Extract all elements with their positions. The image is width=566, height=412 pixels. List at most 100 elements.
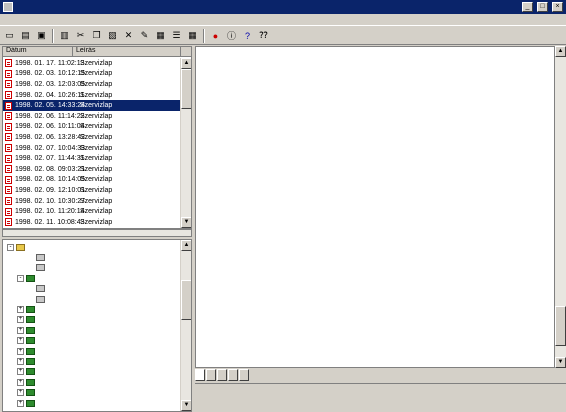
scroll-down-icon[interactable]: ▼: [181, 217, 191, 228]
document-icon: [5, 144, 12, 153]
info-icon[interactable]: ⓘ: [224, 28, 239, 43]
delete-icon[interactable]: ✕: [121, 28, 136, 43]
list-item[interactable]: 1998. 02. 06. 13:28:42 Szervizlap: [3, 132, 181, 143]
green-node-icon: [26, 274, 35, 282]
scroll-thumb[interactable]: [181, 280, 191, 320]
list-item-description: Szervizlap: [80, 123, 113, 131]
tree-node[interactable]: [3, 263, 181, 273]
tree-node[interactable]: +: [3, 346, 181, 356]
expand-icon[interactable]: +: [17, 306, 24, 314]
copy-icon[interactable]: ❐: [89, 28, 104, 43]
expand-icon[interactable]: +: [17, 389, 24, 397]
tree-node[interactable]: +: [3, 367, 181, 377]
save-icon[interactable]: ▣: [34, 28, 49, 43]
green-node-icon: [26, 357, 35, 365]
list-item[interactable]: 1998. 02. 08. 09:03:21 Szervizlap: [3, 164, 181, 175]
expand-icon[interactable]: +: [17, 357, 24, 365]
document-icon: [5, 175, 12, 184]
tree-scrollbar[interactable]: ▲ ▼: [180, 240, 191, 411]
expand-icon[interactable]: +: [17, 316, 24, 324]
minimize-button[interactable]: _: [522, 2, 533, 12]
tree-node[interactable]: [3, 294, 181, 304]
list-scrollbar[interactable]: ▲ ▼: [180, 58, 191, 228]
tree-node[interactable]: [3, 284, 181, 294]
scroll-thumb[interactable]: [555, 306, 566, 346]
tree-node[interactable]: +: [3, 377, 181, 387]
tree-node[interactable]: +: [3, 398, 181, 408]
list-item[interactable]: 1998. 02. 05. 14:33:24 Szervizlap: [3, 100, 181, 111]
list-item[interactable]: 1998. 02. 07. 11:44:31 Szervizlap: [3, 153, 181, 164]
column-header-description[interactable]: Leírás: [73, 47, 181, 56]
maximize-button[interactable]: □: [537, 2, 548, 12]
document-icon: [5, 59, 12, 68]
detail-scrollbar[interactable]: ▲ ▼: [555, 46, 566, 368]
detail-tabs: [195, 369, 249, 381]
list-item[interactable]: 1998. 02. 08. 10:14:05 Szervizlap: [3, 175, 181, 186]
expand-icon[interactable]: +: [17, 326, 24, 334]
list-item[interactable]: 1998. 02. 10. 10:30:27 Szervizlap: [3, 196, 181, 207]
expand-icon[interactable]: +: [17, 368, 24, 376]
tree-node[interactable]: +: [3, 336, 181, 346]
detail-tab[interactable]: [228, 369, 238, 381]
green-node-icon: [26, 306, 35, 314]
detail-tab[interactable]: [217, 369, 227, 381]
column-header-date[interactable]: Dátum: [3, 47, 73, 56]
list-item[interactable]: 1998. 02. 07. 10:04:33 Szervizlap: [3, 143, 181, 154]
close-button[interactable]: ×: [552, 2, 563, 12]
detail-tab[interactable]: [206, 369, 216, 381]
tree-node[interactable]: -: [3, 242, 181, 252]
new-icon[interactable]: ▭: [2, 28, 17, 43]
collapse-icon[interactable]: -: [17, 274, 24, 282]
list-item[interactable]: 1998. 02. 11. 10:08:43 Szervizlap: [3, 217, 181, 228]
list-item[interactable]: 1998. 02. 10. 11:20:14 Szervizlap: [3, 206, 181, 217]
list-item-date: 1998. 02. 08. 09:03:21: [15, 165, 86, 173]
tree-node[interactable]: +: [3, 356, 181, 366]
tree-node[interactable]: +: [3, 304, 181, 314]
edit-icon[interactable]: ✎: [137, 28, 152, 43]
list-item[interactable]: 1998. 02. 06. 10:11:04 Szervizlap: [3, 122, 181, 133]
component-tree: - - + + + + + + + + + + ▲ ▼: [2, 239, 192, 412]
scroll-up-icon[interactable]: ▲: [181, 240, 191, 251]
tree-node[interactable]: +: [3, 325, 181, 335]
print-icon[interactable]: ▥: [57, 28, 72, 43]
list-item-description: Szervizlap: [80, 176, 113, 184]
list-item[interactable]: 1998. 01. 17. 11:02:13 Szervizlap: [3, 58, 181, 69]
open-icon[interactable]: ▤: [18, 28, 33, 43]
help-icon[interactable]: ?: [240, 28, 255, 43]
detail-tab[interactable]: [239, 369, 249, 381]
list-icon[interactable]: ☰: [169, 28, 184, 43]
tree-node[interactable]: +: [3, 315, 181, 325]
expand-icon[interactable]: +: [17, 347, 24, 355]
list-item[interactable]: 1998. 02. 04. 10:26:11 Szervizlap: [3, 90, 181, 101]
detail-tab[interactable]: [195, 369, 205, 381]
filter-icon[interactable]: ▦: [153, 28, 168, 43]
green-node-icon: [26, 337, 35, 345]
tree-node[interactable]: +: [3, 387, 181, 397]
scroll-up-icon[interactable]: ▲: [181, 58, 191, 69]
collapse-icon[interactable]: -: [7, 243, 14, 251]
scroll-up-icon[interactable]: ▲: [555, 46, 566, 57]
cut-icon[interactable]: ✂: [73, 28, 88, 43]
list-item[interactable]: 1998. 02. 06. 11:14:22 Szervizlap: [3, 111, 181, 122]
expand-icon[interactable]: +: [17, 399, 24, 407]
app-icon[interactable]: [3, 2, 13, 12]
list-item-date: 1998. 02. 07. 10:04:33: [15, 144, 86, 152]
list-header: Dátum Leírás: [3, 47, 191, 57]
stop-icon[interactable]: ●: [208, 28, 223, 43]
list-item[interactable]: 1998. 02. 03. 10:12:15 Szervizlap: [3, 69, 181, 80]
scroll-down-icon[interactable]: ▼: [555, 357, 566, 368]
tree-node[interactable]: [3, 252, 181, 262]
grid-icon[interactable]: ▦: [185, 28, 200, 43]
scroll-down-icon[interactable]: ▼: [181, 400, 191, 411]
scroll-thumb[interactable]: [181, 69, 191, 109]
expand-icon[interactable]: +: [17, 378, 24, 386]
list-item[interactable]: 1998. 02. 03. 12:03:05 Szervizlap: [3, 79, 181, 90]
list-item-date: 1998. 01. 17. 11:02:13: [15, 59, 85, 67]
list-item[interactable]: 1998. 02. 09. 12:10:01 Szervizlap: [3, 185, 181, 196]
paste-icon[interactable]: ▧: [105, 28, 120, 43]
list-horizontal-scrollbar[interactable]: [2, 229, 192, 237]
question-icon[interactable]: ⁇: [256, 28, 271, 43]
expand-icon[interactable]: +: [17, 337, 24, 345]
list-item-description: Szervizlap: [80, 197, 113, 205]
tree-node[interactable]: -: [3, 273, 181, 283]
